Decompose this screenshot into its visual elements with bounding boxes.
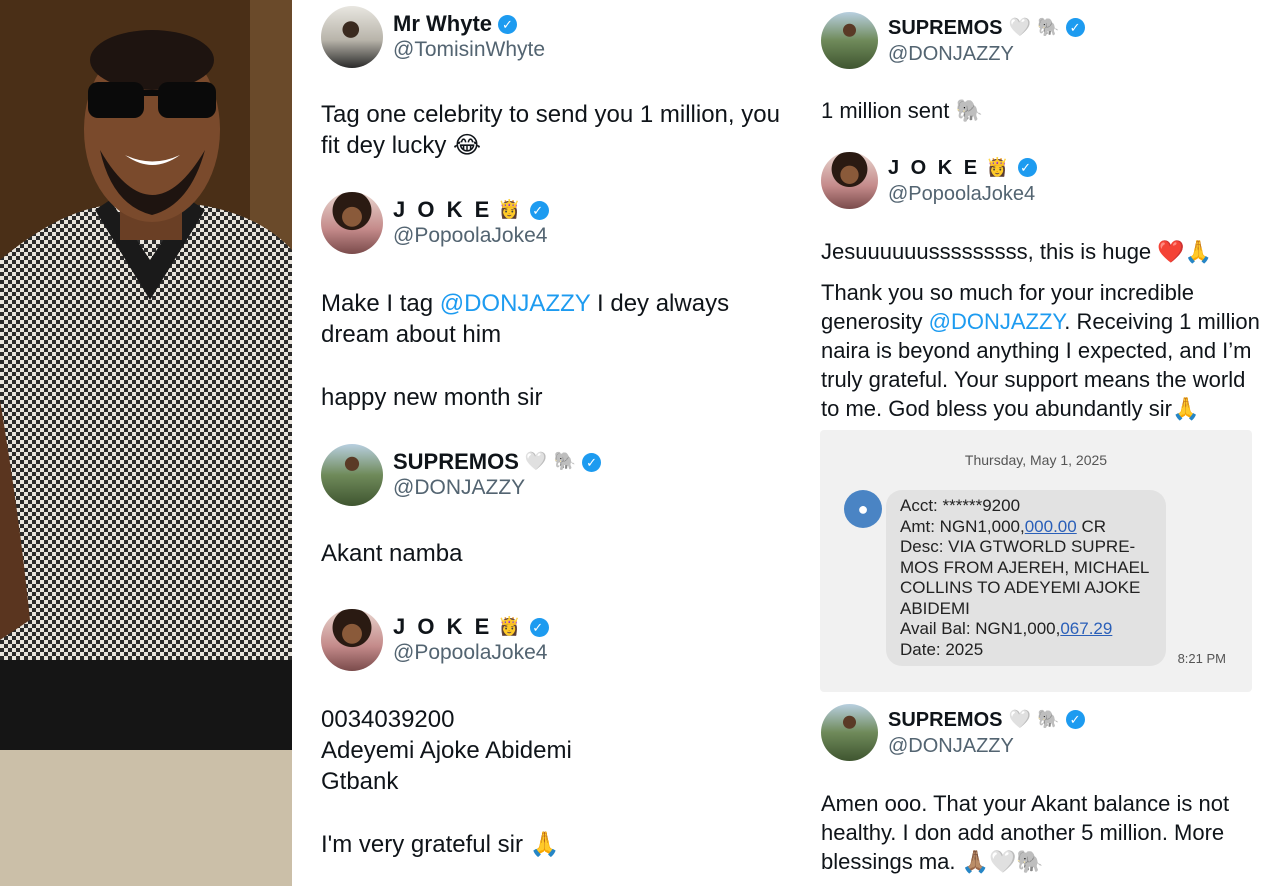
user-handle[interactable]: @TomisinWhyte	[393, 37, 545, 63]
bank-name: Gtbank	[321, 768, 399, 795]
tweet-text: Jesuuuuuusssssssss, this is huge ❤️🙏	[821, 239, 1213, 264]
user-handle[interactable]: @DONJAZZY	[888, 41, 1085, 67]
heart-elephant-emoji: 🤍 🐘	[1008, 708, 1060, 730]
display-name[interactable]: SUPREMOS	[393, 449, 519, 475]
heart-elephant-emoji: 🤍 🐘	[524, 451, 577, 472]
tweet-text: Amen ooo. That your Akant balance is not…	[821, 791, 1230, 874]
balance-link[interactable]: 067.29	[1060, 619, 1112, 638]
avatar[interactable]	[321, 6, 383, 68]
avatar[interactable]	[321, 192, 383, 254]
text-part: CR	[1076, 516, 1106, 536]
sms-time: 8:21 PM	[1177, 651, 1226, 666]
tweet-text: 1 million sent 🐘	[821, 98, 983, 123]
crown-princess-emoji: 👸	[986, 156, 1012, 178]
tweet-mr-whyte[interactable]: Mr Whyte ✓ @TomisinWhyte Tag one celebri…	[321, 6, 781, 161]
sms-bubble: Acct: ******9200 Amt: NGN1,000,000.00 CR…	[886, 490, 1166, 666]
avatar[interactable]	[321, 609, 383, 671]
tweet-text-2: Thank you so much for your incredible ge…	[821, 278, 1261, 423]
user-handle[interactable]: @PopoolaJoke4	[393, 223, 549, 249]
tweet-joke-2[interactable]: J O K E 👸 ✓ @PopoolaJoke4 0034039200 Ade…	[321, 609, 781, 860]
mention-link[interactable]: @DONJAZZY	[440, 290, 591, 317]
avatar[interactable]	[821, 704, 878, 761]
avatar[interactable]	[321, 444, 383, 506]
person-illustration	[0, 0, 292, 886]
avatar[interactable]	[821, 152, 878, 209]
display-name[interactable]: SUPREMOS	[888, 707, 1002, 733]
verified-badge-icon: ✓	[529, 200, 549, 220]
tweet-text: I'm very grateful sir 🙏	[321, 831, 560, 858]
tweet-supremos-2[interactable]: SUPREMOS 🤍 🐘 ✓ @DONJAZZY 1 million sent …	[821, 12, 1261, 125]
sms-acct: Acct: ******9200	[900, 496, 1021, 515]
sms-amount: Amt: NGN1,000,000.00 CR	[900, 517, 1152, 538]
display-name[interactable]: J O K E	[888, 155, 980, 181]
crown-princess-emoji: 👸	[498, 616, 524, 637]
sms-date: Thursday, May 1, 2025	[964, 452, 1108, 468]
tweet-text: Tag one celebrity to send you 1 million,…	[321, 101, 780, 159]
text-part: Amt: NGN1,000,	[900, 516, 1025, 536]
tweet-text: Make I tag @DONJAZZY I dey always dream …	[321, 288, 781, 350]
user-handle[interactable]: @DONJAZZY	[888, 733, 1085, 759]
verified-badge-icon: ✓	[1065, 710, 1085, 729]
avatar[interactable]	[821, 12, 878, 69]
verified-badge-icon: ✓	[498, 14, 517, 34]
sms-desc: Desc: VIA GTWORLD SUPRE-MOS FROM AJEREH,…	[900, 537, 1149, 618]
sms-date-line: Date: 2025	[900, 639, 984, 659]
verified-badge-icon: ✓	[1017, 158, 1037, 177]
display-name[interactable]: Mr Whyte	[393, 11, 492, 37]
verified-badge-icon: ✓	[1065, 18, 1085, 37]
display-name[interactable]: J O K E	[393, 614, 492, 640]
bank-sms-screenshot: Thursday, May 1, 2025 ● Acct: ******9200…	[820, 430, 1252, 692]
verified-badge-icon: ✓	[529, 617, 549, 637]
tweet-text: Akant namba	[321, 540, 463, 567]
account-name: Adeyemi Ajoke Abidemi	[321, 737, 572, 764]
user-handle[interactable]: @PopoolaJoke4	[393, 640, 549, 666]
tweet-text-2: happy new month sir	[321, 384, 543, 411]
user-handle[interactable]: @DONJAZZY	[393, 475, 601, 501]
don-jazzy-photo	[0, 0, 292, 886]
display-name[interactable]: J O K E	[393, 197, 492, 223]
tweet-joke-3[interactable]: J O K E 👸 ✓ @PopoolaJoke4 Jesuuuuuusssss…	[821, 152, 1261, 423]
person-icon: ●	[844, 490, 882, 528]
text-part: Make I tag	[321, 290, 440, 317]
mention-link[interactable]: @DONJAZZY	[929, 309, 1065, 334]
tweet-supremos-1[interactable]: SUPREMOS 🤍 🐘 ✓ @DONJAZZY Akant namba	[321, 444, 781, 569]
heart-elephant-emoji: 🤍 🐘	[1008, 16, 1060, 38]
amount-link[interactable]: 000.00	[1025, 517, 1077, 536]
account-number: 0034039200	[321, 706, 455, 733]
sms-balance: Avail Bal: NGN1,000,067.29	[900, 619, 1152, 640]
user-handle[interactable]: @PopoolaJoke4	[888, 181, 1037, 207]
crown-princess-emoji: 👸	[498, 199, 524, 220]
tweet-supremos-3[interactable]: SUPREMOS 🤍 🐘 ✓ @DONJAZZY Amen ooo. That …	[821, 704, 1261, 876]
text-part: Avail Bal: NGN1,000,	[900, 619, 1061, 638]
verified-badge-icon: ✓	[582, 452, 602, 472]
tweet-joke-1[interactable]: J O K E 👸 ✓ @PopoolaJoke4 Make I tag @DO…	[321, 192, 781, 413]
display-name[interactable]: SUPREMOS	[888, 15, 1002, 41]
